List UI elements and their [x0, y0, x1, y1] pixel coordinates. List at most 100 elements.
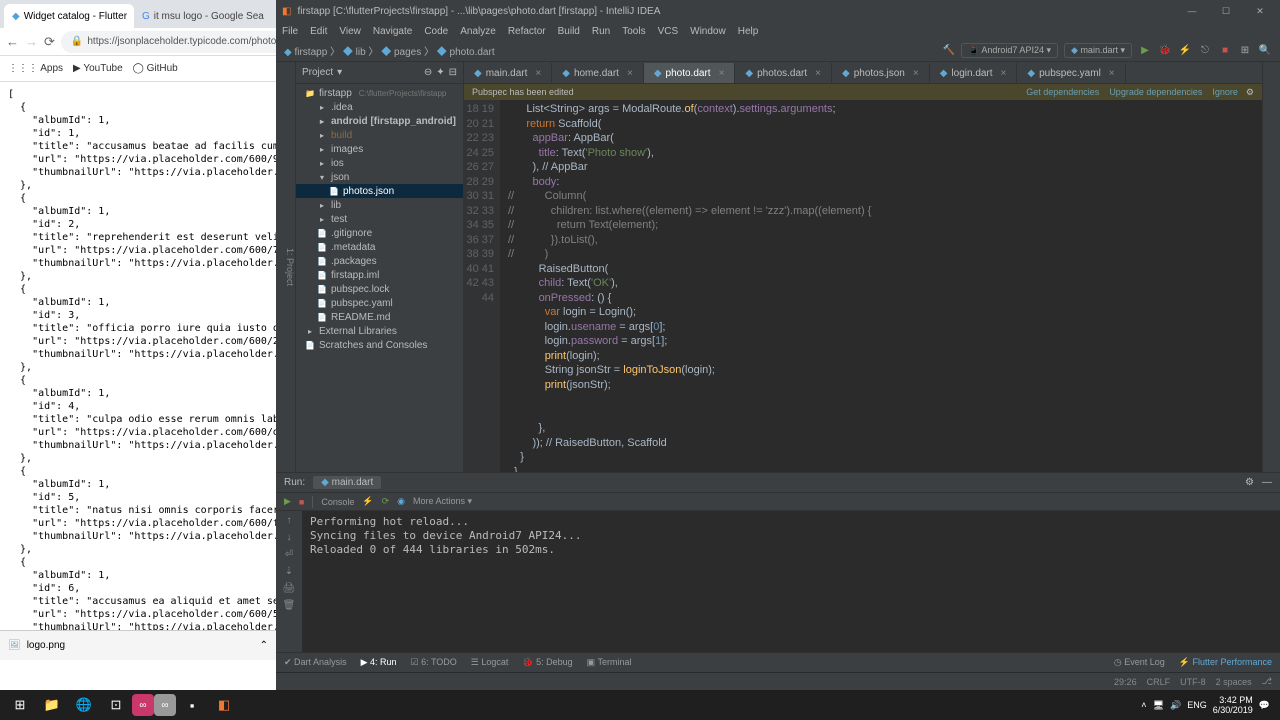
tree-item[interactable]: 📄Scratches and Consoles	[296, 338, 463, 352]
maximize-button[interactable]: ☐	[1212, 2, 1240, 20]
todo-tab[interactable]: ☑ 6: TODO	[411, 657, 457, 668]
gear-icon[interactable]: ✦	[436, 67, 444, 78]
wrap-icon[interactable]: ⏎	[285, 549, 293, 560]
code-editor[interactable]: 18 19 20 21 22 23 24 25 26 27 28 29 30 3…	[464, 100, 1262, 472]
minimize-icon[interactable]: —	[1262, 477, 1272, 488]
start-button[interactable]: ⊞	[4, 691, 36, 719]
editor-tab[interactable]: ◆photos.json×	[832, 63, 930, 83]
menu-item[interactable]: VCS	[658, 26, 679, 37]
tree-item[interactable]: 📄README.md	[296, 310, 463, 324]
flutter-perf[interactable]: ⚡ Flutter Performance	[1179, 657, 1272, 668]
print-icon[interactable]: 🖨	[283, 583, 296, 594]
app-icon[interactable]: ∞	[132, 694, 154, 716]
gear-icon[interactable]: ⚙	[1246, 87, 1254, 98]
run-config-selector[interactable]: ◆ main.dart ▾	[1064, 43, 1132, 58]
tree-item[interactable]: ▸test	[296, 212, 463, 226]
chrome-tab[interactable]: Git msu logo - Google Sea	[134, 4, 264, 28]
tree-item[interactable]: 📄photos.json	[296, 184, 463, 198]
tray-chevron-icon[interactable]: ˄	[1141, 700, 1146, 710]
more-actions[interactable]: More Actions ▾	[413, 496, 472, 507]
layout-icon[interactable]: ⊞	[1238, 44, 1252, 58]
chevron-up-icon[interactable]: ⌃	[260, 640, 268, 651]
bookmark[interactable]: ▶ YouTube	[73, 63, 123, 74]
menu-item[interactable]: Help	[738, 26, 759, 37]
editor-tab[interactable]: ◆login.dart×	[930, 63, 1018, 83]
gear-icon[interactable]: ⚙	[1245, 477, 1254, 488]
caret-pos[interactable]: 29:26	[1114, 677, 1137, 687]
search-icon[interactable]: 🔍	[1258, 44, 1272, 58]
menu-item[interactable]: Refactor	[508, 26, 546, 37]
tree-item[interactable]: ▸build	[296, 128, 463, 142]
logcat-tab[interactable]: ☰ Logcat	[471, 657, 509, 668]
hot-reload-icon[interactable]: ⚡	[362, 496, 373, 507]
hide-icon[interactable]: ⊟	[449, 67, 457, 78]
down-icon[interactable]: ↓	[287, 532, 292, 543]
build-icon[interactable]: 🔨	[943, 45, 955, 56]
intellij-icon[interactable]: ◧	[208, 691, 240, 719]
device-selector[interactable]: 📱 Android7 API24 ▾	[961, 43, 1058, 58]
menu-item[interactable]: Build	[558, 26, 580, 37]
tree-item[interactable]: 📄pubspec.yaml	[296, 296, 463, 310]
indent[interactable]: 2 spaces	[1216, 677, 1252, 687]
menu-item[interactable]: Window	[690, 26, 726, 37]
run-icon[interactable]: ▶	[1138, 44, 1152, 58]
clock[interactable]: 3:42 PM6/30/2019	[1213, 695, 1253, 715]
get-deps-link[interactable]: Get dependencies	[1026, 87, 1099, 97]
editor-tab[interactable]: ◆home.dart×	[552, 63, 644, 83]
hot-reload-icon[interactable]: ⚡	[1178, 44, 1192, 58]
encoding[interactable]: UTF-8	[1180, 677, 1206, 687]
tree-item[interactable]: ▸images	[296, 142, 463, 156]
tree-item[interactable]: ▸.idea	[296, 100, 463, 114]
collapse-icon[interactable]: ⊖	[424, 67, 432, 78]
chrome-tab[interactable]: ◆Widget catalog - Flutter×	[4, 4, 134, 28]
menu-item[interactable]: Edit	[310, 26, 327, 37]
console-output[interactable]: Performing hot reload... Syncing files t…	[302, 511, 1280, 652]
editor-tab[interactable]: ◆main.dart×	[464, 63, 552, 83]
attach-icon[interactable]: ⎋	[1198, 44, 1212, 58]
download-item[interactable]: logo.png	[27, 640, 65, 651]
lang-indicator[interactable]: ENG	[1187, 700, 1207, 710]
stop-icon[interactable]: ■	[1218, 44, 1232, 58]
chrome-icon[interactable]: 🌐	[68, 691, 100, 719]
tree-item[interactable]: 📁firstappC:\flutterProjects\firstapp	[296, 86, 463, 100]
editor-tab[interactable]: ◆photos.dart×	[735, 63, 832, 83]
up-icon[interactable]: ↑	[287, 515, 292, 526]
volume-icon[interactable]: 🔊	[1170, 700, 1181, 711]
console-tab[interactable]: Console	[321, 497, 354, 507]
tree-item[interactable]: ▸ios	[296, 156, 463, 170]
tree-item[interactable]: ▾json	[296, 170, 463, 184]
notifications-icon[interactable]: 💬	[1259, 700, 1270, 711]
menu-item[interactable]: Code	[424, 26, 448, 37]
code-content[interactable]: List<String> args = ModalRoute.of(contex…	[500, 100, 1262, 472]
stop-icon[interactable]: ■	[299, 497, 304, 507]
editor-tab[interactable]: ◆photo.dart×	[644, 63, 736, 83]
task-view-icon[interactable]: ⊡	[100, 691, 132, 719]
run-tab[interactable]: ▶ 4: Run	[361, 657, 397, 668]
project-tree[interactable]: 📁firstappC:\flutterProjects\firstapp▸.id…	[296, 84, 463, 472]
right-gutter[interactable]	[1262, 62, 1280, 472]
app-icon[interactable]: ∞	[154, 694, 176, 716]
debug-tab[interactable]: 🐞 5: Debug	[522, 657, 572, 668]
line-sep[interactable]: CRLF	[1147, 677, 1171, 687]
open-devtools-icon[interactable]: ◉	[397, 496, 405, 507]
back-icon[interactable]: ←	[6, 33, 19, 51]
rerun-icon[interactable]: ▶	[284, 496, 291, 507]
minimize-button[interactable]: —	[1178, 2, 1206, 20]
forward-icon[interactable]: →	[25, 33, 38, 51]
breadcrumb[interactable]: ◆ firstapp 〉 ◆ lib 〉 ◆ pages 〉 ◆ photo.d…	[284, 43, 495, 58]
event-log[interactable]: ◷ Event Log	[1114, 657, 1165, 668]
restart-icon[interactable]: ⟳	[382, 496, 390, 507]
menu-item[interactable]: Run	[592, 26, 610, 37]
ignore-link[interactable]: Ignore	[1212, 87, 1238, 97]
close-button[interactable]: ✕	[1246, 2, 1274, 20]
menu-item[interactable]: Navigate	[373, 26, 412, 37]
editor-tab[interactable]: ◆pubspec.yaml×	[1017, 63, 1125, 83]
menu-item[interactable]: View	[339, 26, 361, 37]
reload-icon[interactable]: ⟳	[44, 33, 55, 51]
terminal-tab[interactable]: ▣ Terminal	[587, 657, 632, 668]
address-bar[interactable]: 🔒https://jsonplaceholder.typicode.com/ph…	[61, 31, 286, 53]
menu-item[interactable]: File	[282, 26, 298, 37]
scroll-icon[interactable]: ⇣	[285, 566, 293, 577]
terminal-icon[interactable]: ▪	[176, 691, 208, 719]
upgrade-deps-link[interactable]: Upgrade dependencies	[1109, 87, 1202, 97]
